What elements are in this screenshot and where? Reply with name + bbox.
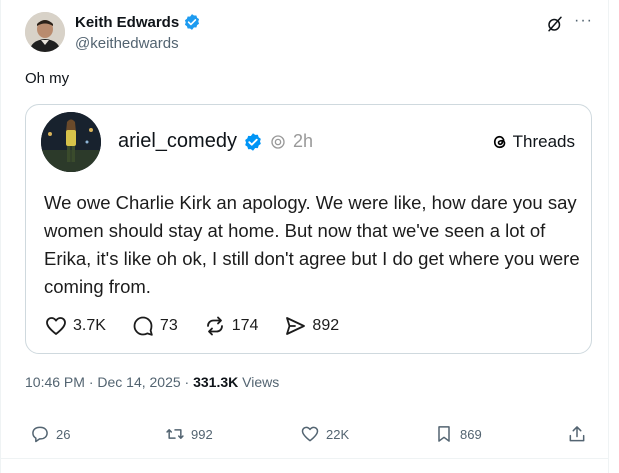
like-heart-icon bbox=[301, 426, 319, 442]
embed-share-count: 892 bbox=[312, 317, 340, 334]
tweet-timestamp[interactable]: 10:46 PM · Dec 14, 2025 · bbox=[25, 374, 193, 390]
repost-count: 992 bbox=[191, 426, 213, 442]
frame-border-left bbox=[0, 0, 1, 473]
embed-like-stat[interactable]: 3.7K bbox=[44, 314, 106, 338]
author-name-text[interactable]: Keith Edwards bbox=[75, 14, 179, 31]
embed-username[interactable]: ariel_comedy bbox=[118, 130, 237, 153]
repost-button[interactable]: 992 bbox=[165, 424, 213, 444]
embed-verified-badge-icon bbox=[245, 132, 261, 151]
reply-icon bbox=[32, 426, 48, 443]
embed-time: 2h bbox=[292, 131, 313, 151]
like-button[interactable]: 22K bbox=[300, 424, 349, 444]
like-count: 22K bbox=[326, 426, 350, 442]
repost-icon bbox=[206, 316, 223, 336]
embed-reply-count: 73 bbox=[159, 317, 178, 334]
tweet-text: Oh my bbox=[25, 70, 70, 87]
embed-like-count: 3.7K bbox=[73, 317, 106, 334]
embed-username-row: ariel_comedy 2h bbox=[118, 130, 313, 153]
reply-count: 26 bbox=[56, 426, 71, 442]
bottom-divider bbox=[0, 458, 609, 459]
embed-repost-count: 174 bbox=[231, 317, 259, 334]
threads-thread-icon bbox=[271, 134, 285, 149]
retweet-icon bbox=[166, 429, 184, 439]
verified-badge-icon bbox=[185, 14, 200, 30]
embed-avatar-photo bbox=[41, 112, 101, 172]
threads-brand[interactable]: Threads bbox=[491, 132, 575, 152]
reply-button[interactable]: 26 bbox=[30, 424, 70, 444]
threads-brand-label: Threads bbox=[512, 132, 575, 151]
threads-embed-card[interactable]: ariel_comedy 2h Threads We owe Charlie K… bbox=[25, 104, 592, 354]
grok-icon[interactable] bbox=[546, 15, 564, 33]
bookmark-count: 869 bbox=[460, 426, 482, 442]
embed-share-stat[interactable]: 892 bbox=[283, 314, 339, 338]
author-name[interactable]: Keith Edwards bbox=[75, 13, 201, 31]
tweet-meta: 10:46 PM · Dec 14, 2025 · 331.3K Views bbox=[25, 374, 279, 390]
upload-icon bbox=[569, 426, 585, 442]
embed-repost-stat[interactable]: 174 bbox=[203, 314, 259, 338]
share-icon bbox=[286, 317, 306, 335]
embed-reply-stat[interactable]: 73 bbox=[131, 314, 178, 338]
embed-stats: 3.7K 73 174 892 bbox=[44, 314, 364, 338]
bookmark-icon bbox=[438, 426, 450, 442]
embed-body-text: We owe Charlie Kirk an apology. We were … bbox=[44, 192, 580, 297]
avatar-photo bbox=[25, 12, 65, 52]
more-icon[interactable]: ··· bbox=[574, 12, 593, 30]
comment-icon bbox=[133, 316, 153, 336]
tweet-action-bar: 26 992 22K 869 bbox=[30, 424, 590, 444]
heart-icon bbox=[46, 317, 66, 335]
author-handle[interactable]: @keithedwards bbox=[75, 35, 179, 52]
views-count: 331.3K bbox=[193, 374, 239, 390]
frame-border-right bbox=[608, 0, 609, 473]
author-avatar[interactable] bbox=[25, 12, 65, 52]
bookmark-button[interactable]: 869 bbox=[434, 424, 482, 444]
views-label: Views bbox=[238, 374, 280, 390]
threads-logo-icon bbox=[493, 135, 505, 149]
embed-avatar[interactable] bbox=[41, 112, 101, 172]
share-button[interactable] bbox=[567, 424, 587, 444]
